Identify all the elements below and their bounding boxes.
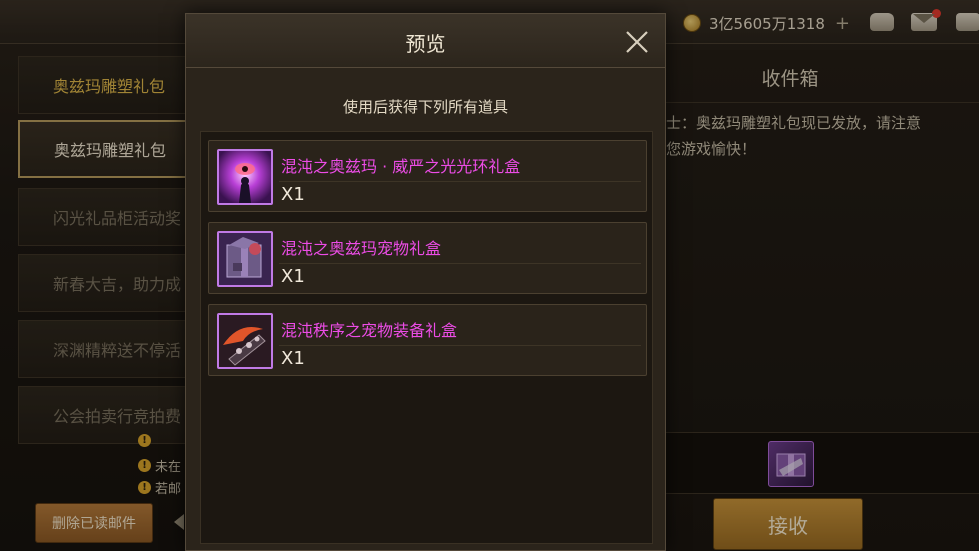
reward-item-name: 混沌之奥兹玛 · 威严之光光环礼盒 (281, 157, 521, 176)
pet-box-icon (217, 231, 273, 287)
reward-item-quantity: X1 (281, 348, 305, 369)
reward-item-name: 混沌之奥兹玛宠物礼盒 (281, 239, 442, 258)
divider (279, 263, 641, 264)
reward-item-quantity: X1 (281, 184, 305, 205)
close-icon (626, 31, 648, 53)
divider (279, 345, 641, 346)
aura-box-icon (217, 149, 273, 205)
reward-item-name: 混沌秩序之宠物装备礼盒 (281, 321, 458, 340)
pet-equipment-box-icon (217, 313, 273, 369)
close-button[interactable] (622, 27, 652, 57)
modal-title: 预览 (405, 32, 446, 56)
divider (279, 181, 641, 182)
reward-item[interactable]: 混沌秩序之宠物装备礼盒 X1 (208, 304, 647, 376)
reward-item-quantity: X1 (281, 266, 305, 287)
modal-subtitle: 使用后获得下列所有道具 (342, 98, 508, 116)
modal-header: 预览 (186, 14, 665, 68)
reward-item[interactable]: 混沌之奥兹玛 · 威严之光光环礼盒 X1 (208, 140, 647, 212)
preview-modal: 预览 使用后获得下列所有道具 混沌之奥兹玛 · 威严之光光环礼盒 X1 混沌之奥… (185, 13, 666, 551)
reward-item[interactable]: 混沌之奥兹玛宠物礼盒 X1 (208, 222, 647, 294)
reward-items-panel: 混沌之奥兹玛 · 威严之光光环礼盒 X1 混沌之奥兹玛宠物礼盒 X1 混沌秩序之… (200, 131, 653, 544)
